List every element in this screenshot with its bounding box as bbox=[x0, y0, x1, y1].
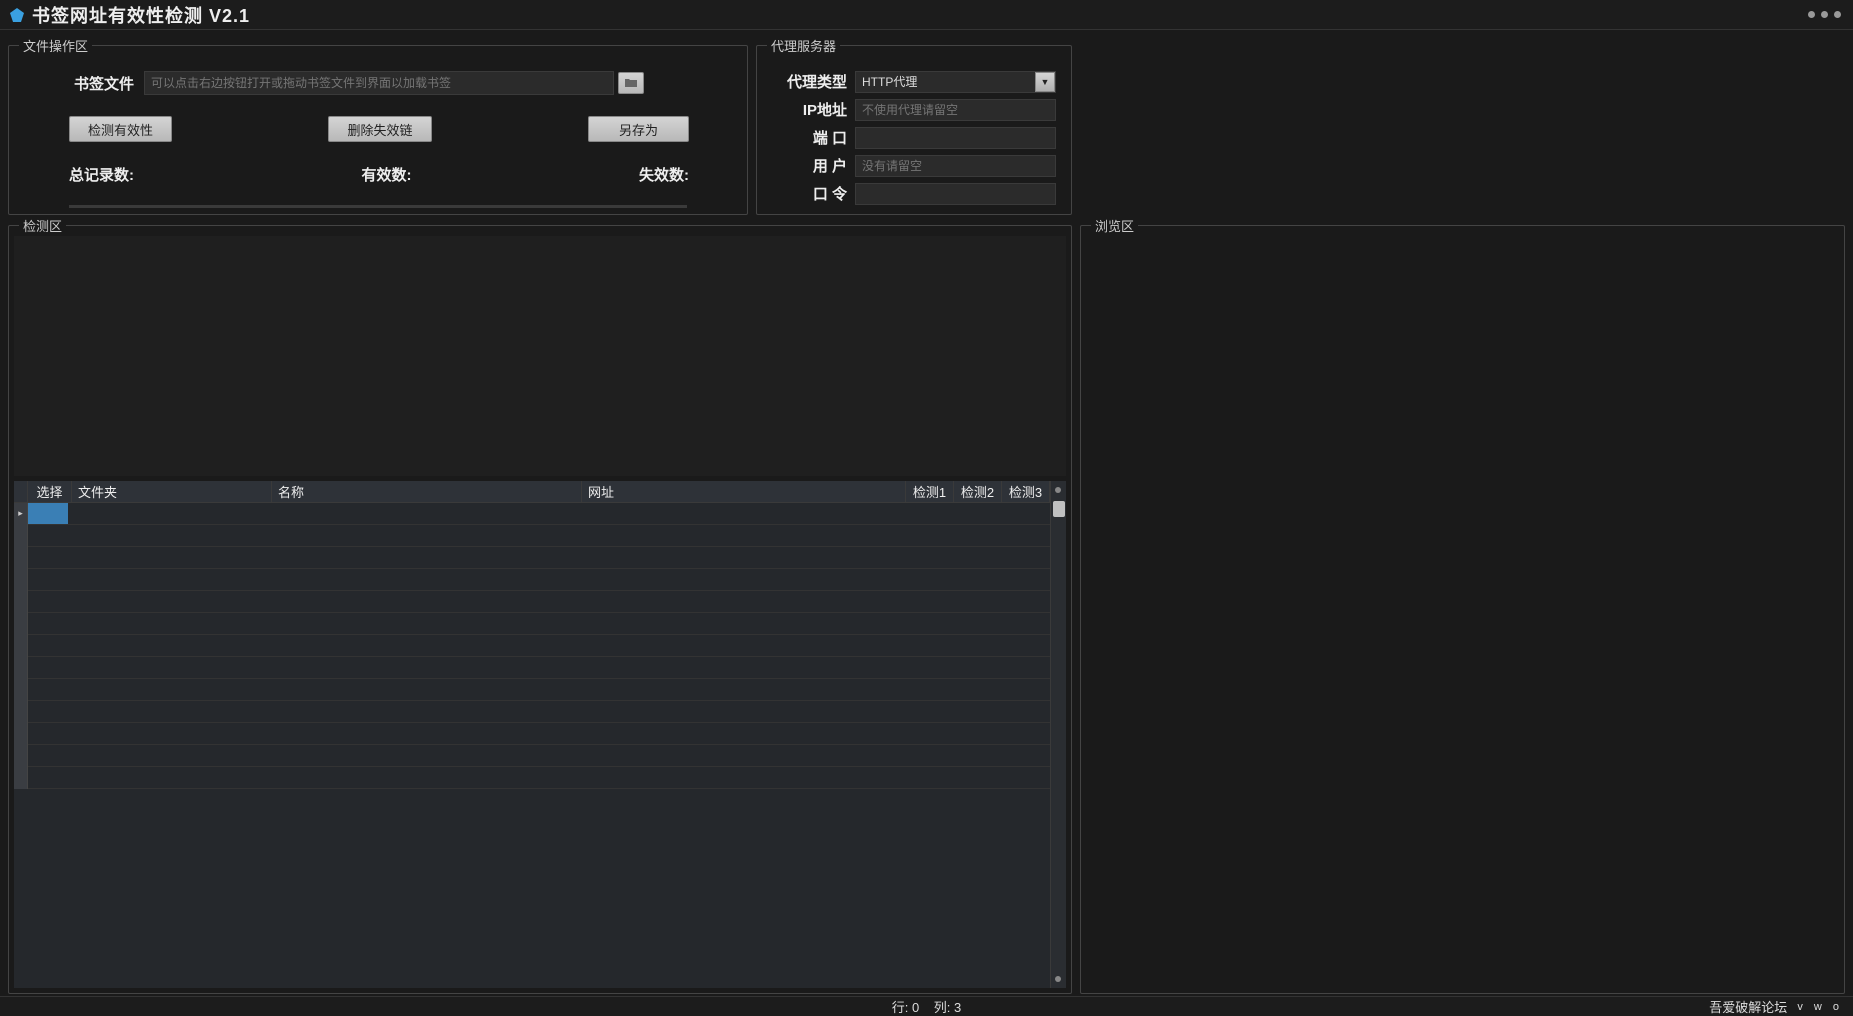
browse-group: 浏览区 bbox=[1080, 225, 1845, 994]
folder-open-icon bbox=[625, 78, 637, 88]
table-body[interactable]: ▸ bbox=[14, 503, 1050, 988]
status-row-value: 0 bbox=[912, 1000, 919, 1015]
status-mini: v w o bbox=[1797, 1001, 1843, 1013]
table-row[interactable] bbox=[14, 547, 1050, 569]
chevron-down-icon[interactable]: ▼ bbox=[1035, 72, 1055, 92]
save-as-button[interactable]: 另存为 bbox=[588, 116, 689, 142]
file-operation-group: 文件操作区 书签文件 检测有效性 删除失效链 另存为 总记录数: 有效数: 失效… bbox=[8, 45, 748, 215]
scroll-thumb[interactable] bbox=[1053, 501, 1065, 517]
row-indicator-icon: ▸ bbox=[14, 503, 28, 525]
browse-legend: 浏览区 bbox=[1091, 216, 1138, 235]
table-row[interactable] bbox=[14, 591, 1050, 613]
proxy-pass-label: 口 令 bbox=[772, 183, 847, 204]
bookmark-file-label: 书签文件 bbox=[64, 73, 134, 94]
scroll-up-icon[interactable] bbox=[1055, 487, 1061, 493]
col-name[interactable]: 名称 bbox=[272, 481, 582, 502]
check-validity-button[interactable]: 检测有效性 bbox=[69, 116, 172, 142]
col-check3[interactable]: 检测3 bbox=[1002, 481, 1050, 502]
table-row[interactable] bbox=[14, 767, 1050, 789]
file-ops-legend: 文件操作区 bbox=[19, 36, 92, 55]
proxy-type-value: HTTP代理 bbox=[856, 73, 1035, 90]
detection-group: 检测区 选择 文件夹 名称 网址 检测1 检测2 检测3 ▸ bbox=[8, 225, 1072, 994]
detection-log-panel[interactable] bbox=[14, 236, 1066, 476]
statusbar: 行: 0 列: 3 吾爱破解论坛 v w o bbox=[0, 996, 1853, 1016]
table-row[interactable] bbox=[14, 525, 1050, 547]
forum-link[interactable]: 吾爱破解论坛 bbox=[1709, 997, 1787, 1016]
proxy-ip-input[interactable] bbox=[855, 99, 1056, 121]
col-check2[interactable]: 检测2 bbox=[954, 481, 1002, 502]
progress-bar bbox=[69, 205, 687, 208]
vertical-scrollbar[interactable] bbox=[1050, 481, 1066, 988]
proxy-type-label: 代理类型 bbox=[772, 71, 847, 92]
proxy-port-input[interactable] bbox=[855, 127, 1056, 149]
selected-cell[interactable] bbox=[28, 503, 68, 524]
stat-total-label: 总记录数: bbox=[69, 164, 134, 185]
table-header: 选择 文件夹 名称 网址 检测1 检测2 检测3 bbox=[14, 481, 1050, 503]
status-position: 行: 0 列: 3 bbox=[892, 997, 961, 1016]
col-folder[interactable]: 文件夹 bbox=[72, 481, 272, 502]
detection-table: 选择 文件夹 名称 网址 检测1 检测2 检测3 ▸ bbox=[14, 481, 1066, 988]
app-icon bbox=[8, 6, 26, 24]
stat-invalid-label: 失效数: bbox=[639, 164, 689, 185]
proxy-server-group: 代理服务器 代理类型 HTTP代理 ▼ IP地址 端 口 用 户 bbox=[756, 45, 1072, 215]
scroll-down-icon[interactable] bbox=[1055, 976, 1061, 982]
bookmark-file-input[interactable] bbox=[144, 71, 614, 95]
window-controls[interactable] bbox=[1808, 11, 1841, 18]
proxy-port-label: 端 口 bbox=[772, 127, 847, 148]
open-file-button[interactable] bbox=[618, 72, 644, 94]
status-row-label: 行: bbox=[892, 1000, 909, 1015]
window-close-icon[interactable] bbox=[1834, 11, 1841, 18]
proxy-legend: 代理服务器 bbox=[767, 36, 840, 55]
table-row[interactable] bbox=[14, 635, 1050, 657]
col-check1[interactable]: 检测1 bbox=[906, 481, 954, 502]
table-row[interactable] bbox=[14, 569, 1050, 591]
app-title: 书签网址有效性检测 V2.1 bbox=[32, 2, 250, 28]
status-col-value: 3 bbox=[954, 1000, 961, 1015]
titlebar: 书签网址有效性检测 V2.1 bbox=[0, 0, 1853, 30]
window-max-icon[interactable] bbox=[1821, 11, 1828, 18]
table-row[interactable] bbox=[14, 745, 1050, 767]
detect-legend: 检测区 bbox=[19, 216, 66, 235]
table-row[interactable] bbox=[14, 723, 1050, 745]
table-row[interactable] bbox=[14, 657, 1050, 679]
proxy-pass-input[interactable] bbox=[855, 183, 1056, 205]
col-url[interactable]: 网址 bbox=[582, 481, 906, 502]
stat-valid-label: 有效数: bbox=[362, 164, 412, 185]
table-row[interactable] bbox=[14, 701, 1050, 723]
proxy-user-label: 用 户 bbox=[772, 155, 847, 176]
delete-invalid-button[interactable]: 删除失效链 bbox=[328, 116, 431, 142]
table-row[interactable]: ▸ bbox=[14, 503, 1050, 525]
status-col-label: 列: bbox=[934, 1000, 951, 1015]
window-min-icon[interactable] bbox=[1808, 11, 1815, 18]
proxy-ip-label: IP地址 bbox=[772, 99, 847, 120]
table-row[interactable] bbox=[14, 613, 1050, 635]
col-select[interactable]: 选择 bbox=[28, 481, 72, 502]
proxy-user-input[interactable] bbox=[855, 155, 1056, 177]
table-row[interactable] bbox=[14, 679, 1050, 701]
proxy-type-dropdown[interactable]: HTTP代理 ▼ bbox=[855, 71, 1056, 93]
